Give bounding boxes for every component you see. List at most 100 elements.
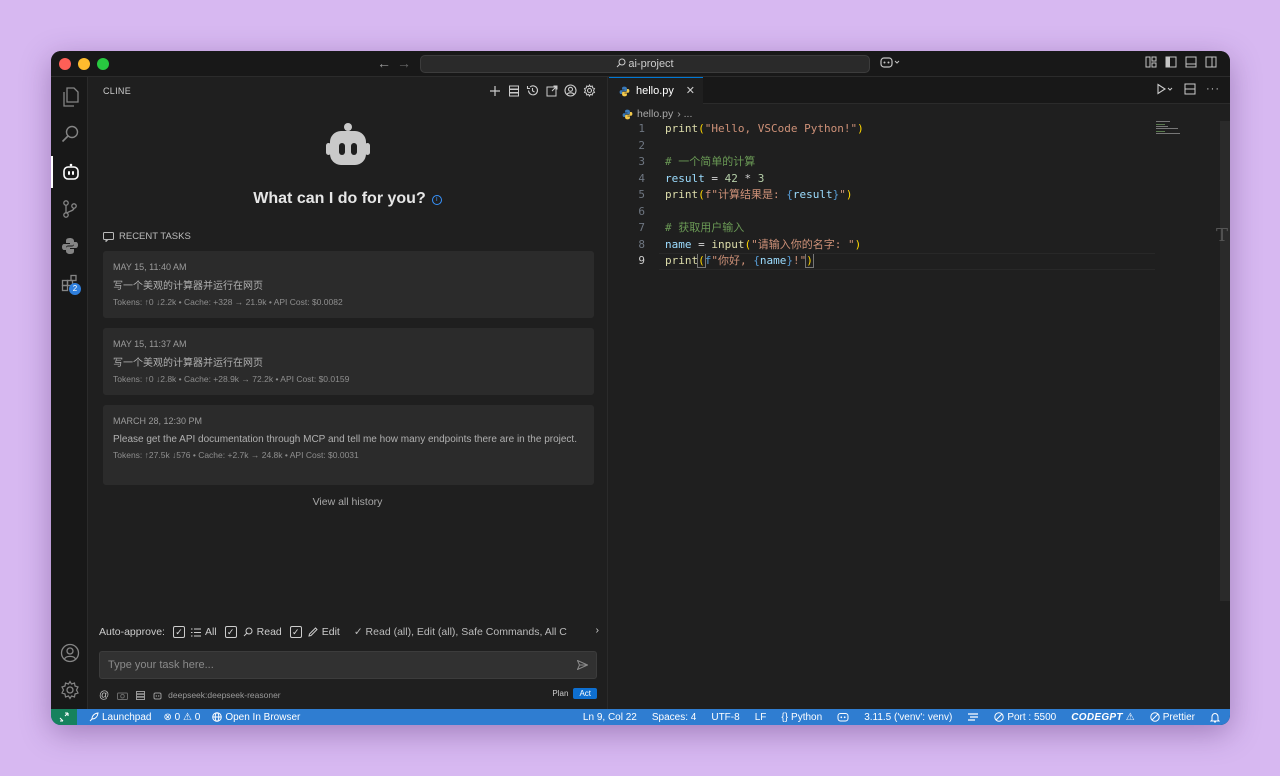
line-number: 2 bbox=[638, 138, 645, 152]
problems-item[interactable]: ⊗ 0 ⚠ 0 bbox=[164, 712, 201, 723]
mention-button[interactable]: @ bbox=[99, 690, 109, 701]
launchpad-item[interactable]: Launchpad bbox=[89, 712, 152, 723]
token: = bbox=[691, 237, 712, 251]
task-meta: Tokens: ↑0 ↓2.2k • Cache: +328 → 21.9k •… bbox=[113, 297, 343, 307]
back-arrow-icon[interactable]: ← bbox=[377, 55, 391, 71]
eol-item[interactable]: LF bbox=[755, 712, 767, 723]
python-icon[interactable] bbox=[51, 230, 88, 262]
camera-icon[interactable] bbox=[117, 691, 129, 700]
minimap[interactable] bbox=[1156, 121, 1182, 135]
task-text: 写一个美观的计算器并运行在网页 bbox=[113, 358, 263, 369]
tab-hello-py[interactable]: hello.py ✕ bbox=[609, 77, 703, 104]
rocket-icon bbox=[89, 712, 99, 722]
recent-task-item[interactable]: MARCH 28, 12:30 PM Please get the API do… bbox=[103, 405, 594, 485]
minimize-window-button[interactable] bbox=[78, 58, 90, 70]
explorer-icon[interactable] bbox=[51, 81, 88, 113]
close-icon[interactable]: ✕ bbox=[686, 84, 695, 97]
act-mode-button[interactable]: Act bbox=[573, 688, 597, 699]
editor-area: hello.py ✕ ··· hello.py › ... 1 print("He… bbox=[609, 77, 1230, 709]
task-input[interactable]: Type your task here... bbox=[99, 651, 597, 679]
task-text: Please get the API documentation through… bbox=[113, 434, 577, 445]
settings-gear-icon[interactable] bbox=[582, 83, 597, 98]
python-interpreter-item[interactable]: 3.11.5 ('venv': venv) bbox=[864, 712, 952, 723]
copilot-icon[interactable] bbox=[880, 56, 902, 72]
breadcrumb-symbols[interactable]: › ... bbox=[677, 108, 692, 120]
vertical-scrollbar[interactable] bbox=[1220, 121, 1230, 601]
overview-ruler-marker: T bbox=[1215, 225, 1228, 246]
copilot-status-icon[interactable] bbox=[837, 712, 849, 722]
account-icon[interactable] bbox=[563, 83, 578, 98]
open-in-browser-item[interactable]: Open In Browser bbox=[212, 712, 300, 723]
code-editor[interactable]: 1 print("Hello, VSCode Python!") 2 3 # 一个简… bbox=[609, 121, 1230, 270]
cursor-position-item[interactable]: Ln 9, Col 22 bbox=[583, 712, 637, 723]
prettier-item[interactable]: Prettier bbox=[1150, 712, 1195, 723]
recent-task-item[interactable]: MAY 15, 11:40 AM 写一个美观的计算器并运行在网页 Tokens:… bbox=[103, 251, 594, 318]
split-editor-icon[interactable] bbox=[1184, 83, 1196, 95]
cline-robot-icon[interactable] bbox=[51, 156, 88, 188]
encoding-item[interactable]: UTF-8 bbox=[711, 712, 739, 723]
zoom-window-button[interactable] bbox=[97, 58, 109, 70]
search-icon[interactable] bbox=[51, 118, 88, 150]
live-server-icon[interactable] bbox=[967, 712, 979, 722]
auto-approve-summary: ✓ Read (all), Edit (all), Safe Commands,… bbox=[353, 626, 567, 638]
new-task-plus-icon[interactable] bbox=[487, 83, 502, 98]
code-line: 2 bbox=[609, 138, 1230, 155]
remote-indicator-icon[interactable] bbox=[51, 709, 77, 725]
view-all-history-link[interactable]: View all history bbox=[88, 496, 607, 508]
globe-icon bbox=[212, 712, 223, 722]
recent-task-item[interactable]: MAY 15, 11:37 AM 写一个美观的计算器并运行在网页 Tokens:… bbox=[103, 328, 594, 395]
port-item[interactable]: Port : 5500 bbox=[994, 712, 1056, 723]
mcp-server-icon[interactable] bbox=[136, 690, 146, 700]
token: " bbox=[839, 188, 846, 201]
status-bar: Launchpad ⊗ 0 ⚠ 0 Open In Browser Ln 9, … bbox=[51, 709, 1230, 725]
customize-layout-icon[interactable] bbox=[1145, 56, 1157, 71]
toggle-primary-sidebar-icon[interactable] bbox=[1165, 56, 1177, 71]
history-icon[interactable] bbox=[525, 83, 540, 98]
popout-icon[interactable] bbox=[544, 83, 559, 98]
mcp-server-icon[interactable] bbox=[506, 83, 521, 98]
extensions-icon[interactable]: 2 bbox=[51, 267, 88, 299]
toggle-secondary-sidebar-icon[interactable] bbox=[1205, 56, 1217, 71]
toggle-panel-icon[interactable] bbox=[1185, 56, 1197, 71]
plan-act-toggle: Plan Act bbox=[547, 688, 597, 699]
forward-arrow-icon[interactable]: → bbox=[397, 55, 411, 71]
command-center-search[interactable]: ai-project bbox=[420, 55, 870, 73]
source-control-icon[interactable] bbox=[51, 193, 88, 225]
indentation-item[interactable]: Spaces: 4 bbox=[652, 712, 696, 723]
extensions-badge: 2 bbox=[69, 283, 81, 295]
send-icon[interactable] bbox=[577, 660, 588, 670]
notifications-bell-icon[interactable] bbox=[1210, 712, 1220, 723]
line-number: 8 bbox=[638, 237, 645, 251]
more-actions-icon[interactable]: ··· bbox=[1206, 83, 1220, 95]
manage-gear-icon[interactable] bbox=[51, 674, 88, 706]
prettier-label: Prettier bbox=[1162, 711, 1195, 723]
info-icon[interactable]: i bbox=[431, 195, 442, 205]
comment-icon bbox=[103, 231, 114, 242]
run-play-icon[interactable] bbox=[1156, 83, 1174, 95]
accounts-icon[interactable] bbox=[51, 637, 88, 669]
model-selector[interactable]: deepseek:deepseek-reasoner bbox=[168, 690, 280, 700]
codegpt-label: CODEGPT bbox=[1071, 711, 1123, 723]
auto-approve-edit-checkbox[interactable]: ✓ bbox=[289, 626, 302, 638]
chevron-right-icon[interactable]: › bbox=[592, 624, 599, 636]
token: f"计算结果是: bbox=[704, 188, 787, 201]
token: "请输入你的名字: " bbox=[751, 237, 855, 251]
auto-approve-bar[interactable]: Auto-approve: ✓ All ✓ Read ✓ Edit ✓ Read… bbox=[99, 624, 599, 640]
line-number: 3 bbox=[638, 155, 645, 168]
plan-mode-button[interactable]: Plan bbox=[547, 688, 573, 699]
warning-icon: ⚠ bbox=[1125, 711, 1135, 723]
auto-approve-all-checkbox[interactable]: ✓ bbox=[172, 626, 185, 638]
token: 3 bbox=[757, 171, 765, 185]
language-mode-item[interactable]: {} Python bbox=[781, 712, 822, 723]
open-in-browser-label: Open In Browser bbox=[225, 711, 301, 723]
close-window-button[interactable] bbox=[59, 58, 71, 70]
auto-approve-read-checkbox[interactable]: ✓ bbox=[224, 626, 237, 638]
token: 42 bbox=[724, 171, 738, 185]
auto-approve-label: Auto-approve: bbox=[99, 626, 165, 638]
token: # 获取用户输入 bbox=[665, 221, 745, 234]
port-label: Port : 5500 bbox=[1007, 711, 1057, 723]
no-entry-icon bbox=[994, 712, 1005, 722]
codegpt-item[interactable]: CODEGPT ⚠ bbox=[1071, 712, 1135, 723]
task-input-placeholder: Type your task here... bbox=[108, 659, 214, 671]
breadcrumb-file[interactable]: hello.py bbox=[637, 108, 673, 120]
